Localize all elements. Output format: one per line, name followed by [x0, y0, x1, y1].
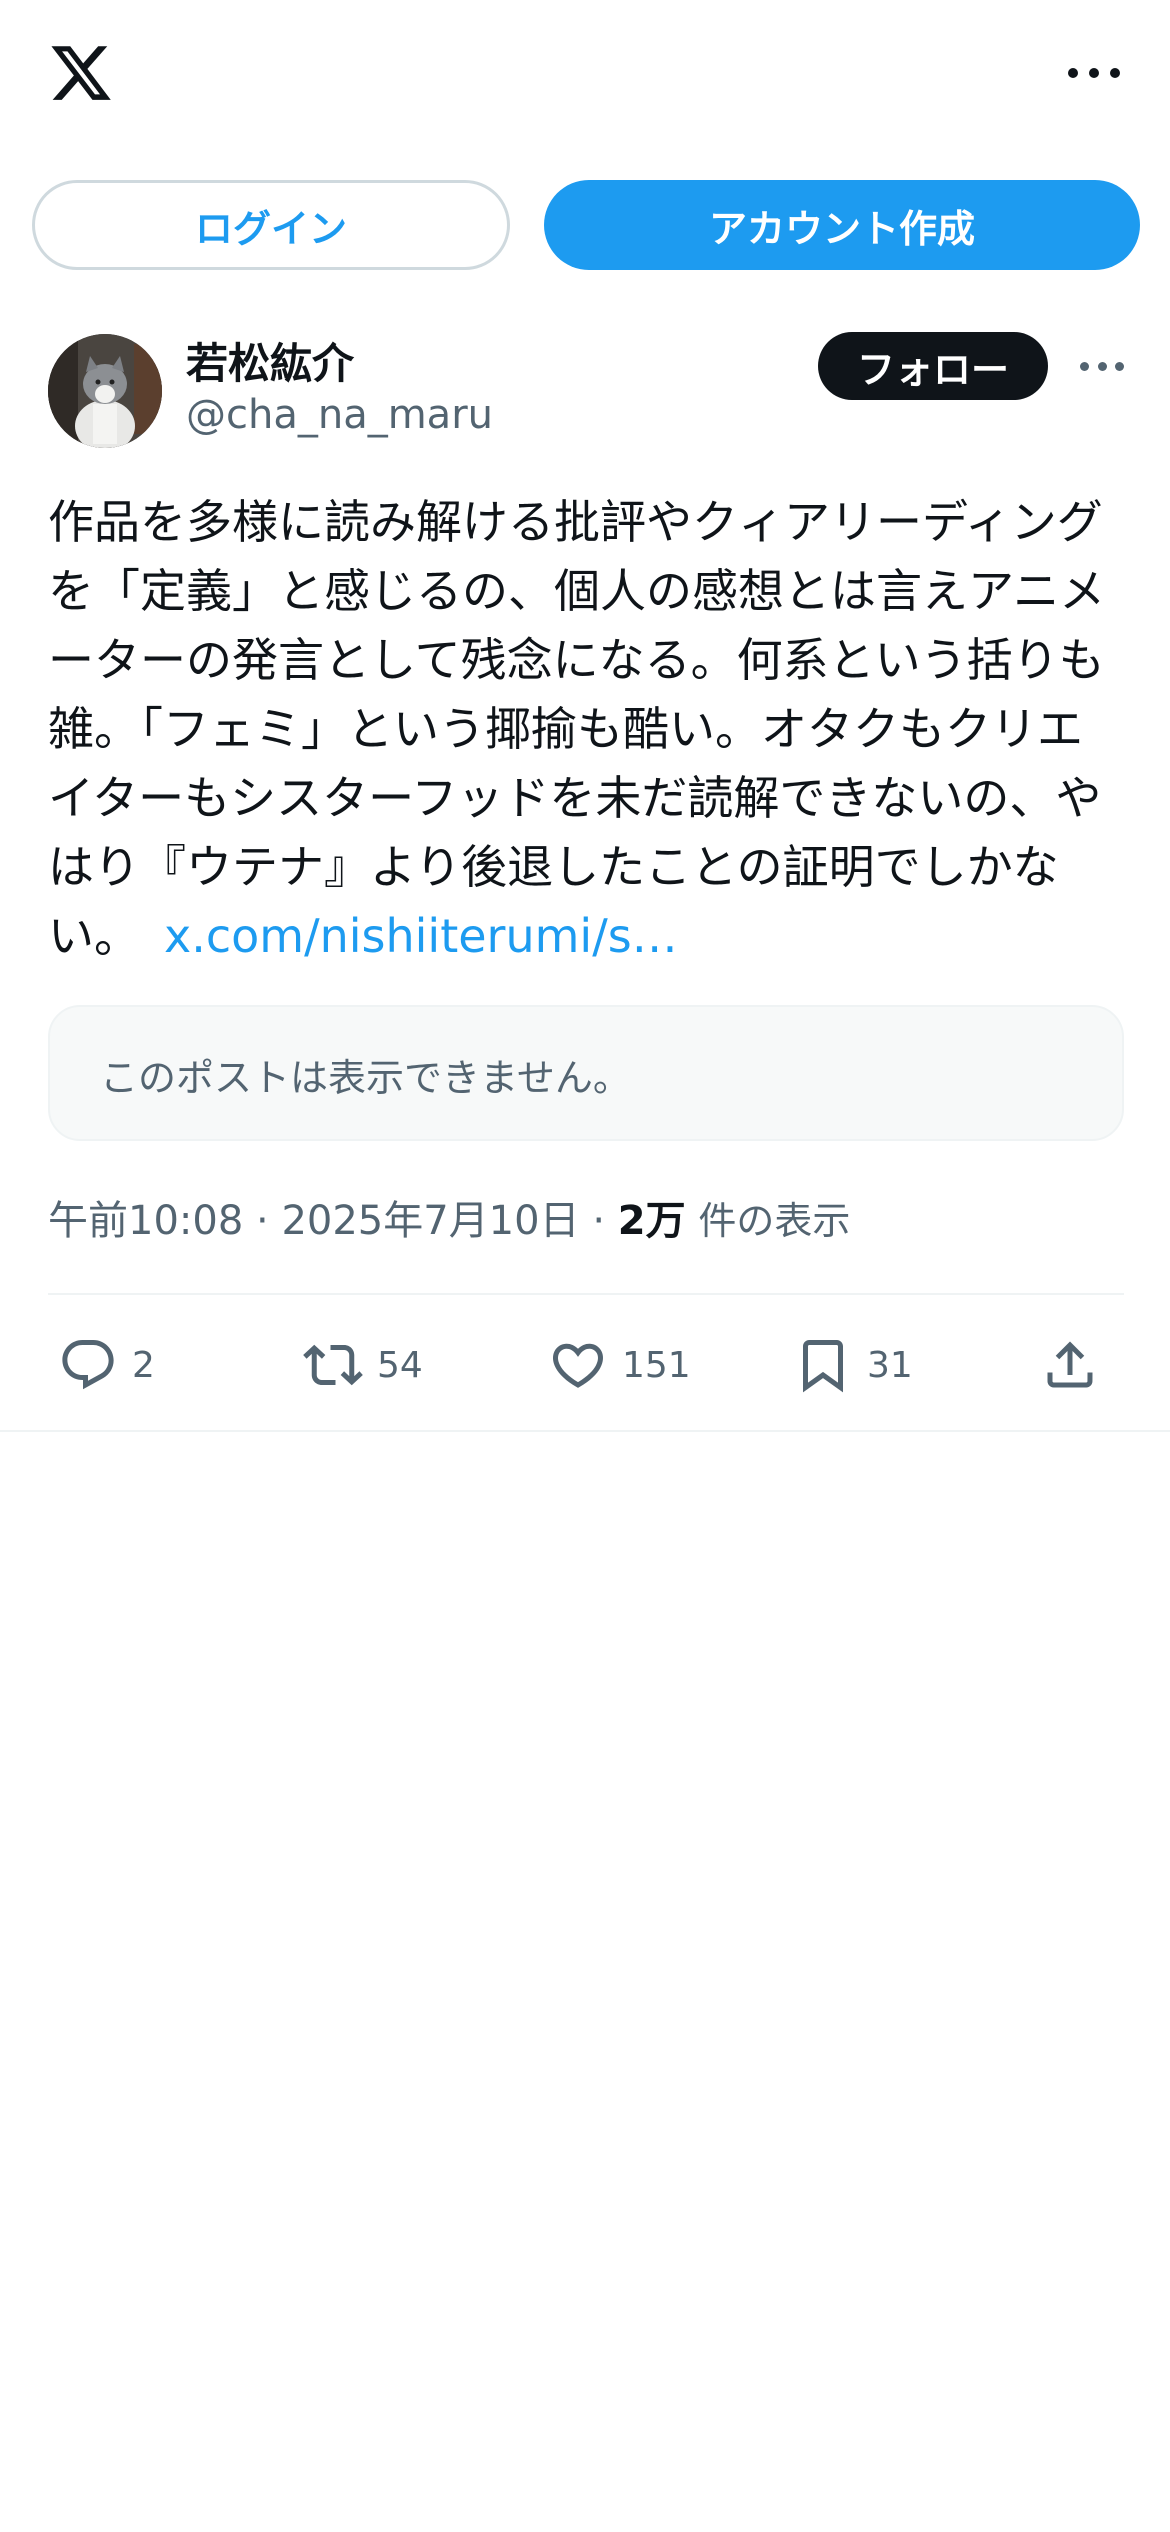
heart-icon [552, 1343, 604, 1388]
bookmark-icon [803, 1340, 843, 1393]
bookmark-count: 31 [867, 1344, 913, 1386]
create-account-button[interactable]: アカウント作成 [544, 180, 1140, 270]
action-bar: 2 54 151 31 [48, 1330, 1124, 1400]
share-button[interactable] [1040, 1330, 1100, 1400]
views-count: 2万 [617, 1198, 686, 1244]
more-horizontal-icon[interactable] [1068, 58, 1120, 88]
divider [48, 1293, 1124, 1295]
repost-count: 54 [377, 1344, 423, 1386]
quoted-post-unavailable: このポストは表示できません。 [48, 1005, 1124, 1141]
meta-separator: · [592, 1198, 606, 1244]
like-button[interactable]: 151 [548, 1330, 691, 1400]
post-link[interactable]: x.com/nishiiterumi/s… [164, 909, 678, 963]
like-count: 151 [622, 1344, 691, 1386]
post-meta: 午前10:08 · 2025年7月10日 · 2万 件の表示 [48, 1188, 850, 1246]
views-label: 件の表示 [698, 1199, 851, 1243]
reply-icon [62, 1340, 114, 1390]
repost-button[interactable]: 54 [303, 1330, 423, 1400]
display-name[interactable]: 若松紘介 [186, 330, 354, 391]
post-more-icon[interactable] [1080, 354, 1124, 378]
share-icon [1047, 1341, 1093, 1388]
bookmark-button[interactable]: 31 [793, 1330, 913, 1400]
post-time[interactable]: 午前10:08 [48, 1198, 243, 1244]
repost-icon [303, 1344, 363, 1386]
post-body: 作品を多様に読み解ける批評やクィアリーディングを「定義」と感じるの、個人の感想と… [48, 488, 1128, 971]
meta-separator: · [256, 1198, 269, 1244]
unavailable-message: このポストは表示できません。 [100, 1056, 631, 1100]
top-bar [0, 0, 1170, 150]
auth-buttons: ログイン アカウント作成 [32, 180, 1140, 270]
post-header: 若松紘介 @cha_na_maru フォロー [48, 330, 1124, 450]
reply-button[interactable]: 2 [58, 1330, 155, 1400]
post-date[interactable]: 2025年7月10日 [281, 1198, 579, 1244]
post-text: 作品を多様に読み解ける批評やクィアリーディングを「定義」と感じるの、個人の感想と… [48, 495, 1106, 963]
avatar[interactable] [48, 334, 162, 448]
divider [0, 1430, 1170, 1432]
user-handle[interactable]: @cha_na_maru [186, 392, 493, 438]
login-button[interactable]: ログイン [32, 180, 510, 270]
reply-count: 2 [132, 1344, 155, 1386]
x-logo-icon[interactable] [48, 40, 114, 106]
follow-button[interactable]: フォロー [818, 332, 1048, 400]
